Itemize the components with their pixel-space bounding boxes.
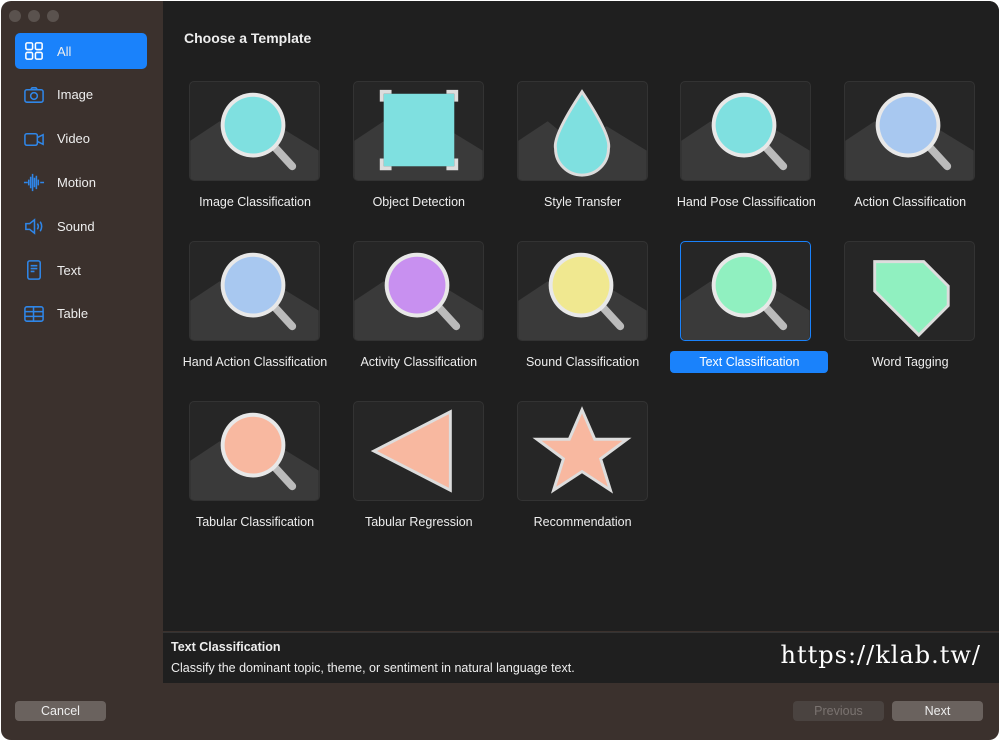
- description-title: Text Classification: [171, 640, 281, 654]
- template-text-classification[interactable]: Text Classification: [655, 241, 829, 391]
- sidebar-item-image[interactable]: Image: [15, 77, 147, 113]
- next-button[interactable]: Next: [892, 701, 983, 721]
- sidebar-item-sound[interactable]: Sound: [15, 208, 147, 244]
- hand-action-magnifier-icon: [190, 252, 319, 340]
- sidebar-item-all[interactable]: All: [15, 33, 147, 69]
- template-label: Tabular Regression: [364, 515, 473, 529]
- template-thumbnail: [352, 401, 484, 501]
- sidebar-item-text[interactable]: Text: [15, 252, 147, 288]
- template-thumbnail: [516, 401, 648, 501]
- template-thumbnail: [189, 401, 320, 501]
- activity-magnifier-icon: [354, 252, 483, 340]
- template-label: Text Classification: [670, 351, 829, 373]
- template-description-panel: Text Classification Classify the dominan…: [163, 632, 999, 683]
- sidebar-item-label: Motion: [57, 174, 97, 190]
- speaker-icon: [25, 218, 43, 235]
- template-style-transfer[interactable]: Style Transfer: [492, 81, 652, 231]
- template-tabular-classification[interactable]: Tabular Classification: [164, 401, 324, 551]
- template-thumbnail: [680, 81, 812, 181]
- template-thumbnail: [516, 81, 648, 181]
- template-object-detection[interactable]: Object Detection: [328, 81, 488, 231]
- template-label: Recommendation: [533, 515, 632, 529]
- window: All Image Video Motion Sound Text Table Choose…: [1, 1, 999, 740]
- sidebar-item-table[interactable]: Table: [15, 296, 147, 332]
- video-icon: [24, 132, 44, 146]
- drop-icon: [517, 89, 647, 180]
- template-thumbnail: [189, 81, 320, 181]
- template-hand-pose-classification[interactable]: Hand Pose Classification: [655, 81, 816, 231]
- template-thumbnail: [352, 81, 484, 181]
- template-label: Tabular Classification: [195, 515, 315, 529]
- sidebar-item-label: Image: [57, 87, 94, 103]
- cancel-button[interactable]: Cancel: [15, 701, 106, 721]
- template-word-tagging[interactable]: Word Tagging: [819, 241, 979, 391]
- sound-magnifier-icon: [517, 252, 647, 340]
- template-gallery: Choose a Template Image Classification Ob…: [163, 1, 999, 631]
- template-action-classification[interactable]: Action Classification: [819, 81, 979, 231]
- watermark: https://klab.tw/: [780, 641, 981, 669]
- sidebar-item-label: Sound: [57, 218, 95, 234]
- template-label: Activity Classification: [360, 355, 478, 369]
- action-magnifier-icon: [845, 92, 974, 180]
- sidebar-item-label: All: [57, 43, 72, 59]
- template-thumbnail: [844, 241, 976, 341]
- template-sound-classification[interactable]: Sound Classification: [492, 241, 652, 391]
- template-activity-classification[interactable]: Activity Classification: [328, 241, 488, 391]
- grid-icon: [25, 42, 43, 60]
- document-icon: [27, 260, 41, 280]
- template-label: Style Transfer: [544, 195, 622, 209]
- template-hand-action-classification[interactable]: Hand Action Classification: [164, 241, 327, 391]
- template-label: Image Classification: [199, 195, 311, 209]
- star-icon: [532, 406, 632, 494]
- template-tabular-regression[interactable]: Tabular Regression: [328, 401, 488, 551]
- image-magnifier-icon: [190, 92, 319, 180]
- template-label: Action Classification: [854, 195, 967, 209]
- template-label: Hand Action Classification: [182, 355, 328, 369]
- text-magnifier-icon: [681, 252, 811, 340]
- template-thumbnail: [844, 81, 976, 181]
- template-image-classification[interactable]: Image Classification: [164, 81, 324, 231]
- sidebar-item-label: Table: [57, 306, 89, 322]
- triangle-icon: [370, 409, 452, 493]
- template-label: Object Detection: [372, 195, 465, 209]
- hand-pose-magnifier-icon: [681, 92, 811, 180]
- description-text: Classify the dominant topic, theme, or s…: [171, 661, 575, 675]
- sidebar-item-label: Text: [57, 262, 81, 278]
- sidebar-item-video[interactable]: Video: [15, 121, 147, 157]
- camera-icon: [24, 86, 44, 103]
- template-label: Word Tagging: [871, 355, 949, 369]
- template-thumbnail: [352, 241, 484, 341]
- template-label: Sound Classification: [525, 355, 640, 369]
- template-thumbnail: [516, 241, 648, 341]
- tag-icon: [873, 260, 950, 338]
- previous-button[interactable]: Previous: [793, 701, 884, 721]
- object-detection-icon: [354, 89, 483, 180]
- table-magnifier-icon: [190, 412, 319, 500]
- sidebar-item-motion[interactable]: Motion: [15, 164, 147, 200]
- table-icon: [24, 305, 44, 322]
- sidebar-item-label: Video: [57, 131, 91, 147]
- template-recommendation[interactable]: Recommendation: [492, 401, 652, 551]
- template-thumbnail: [680, 241, 812, 341]
- waveform-icon: [23, 174, 45, 192]
- page-title: Choose a Template: [184, 30, 312, 46]
- sidebar: All Image Video Motion Sound Text Table: [1, 1, 162, 682]
- template-label: Hand Pose Classification: [676, 195, 816, 209]
- template-thumbnail: [189, 241, 320, 341]
